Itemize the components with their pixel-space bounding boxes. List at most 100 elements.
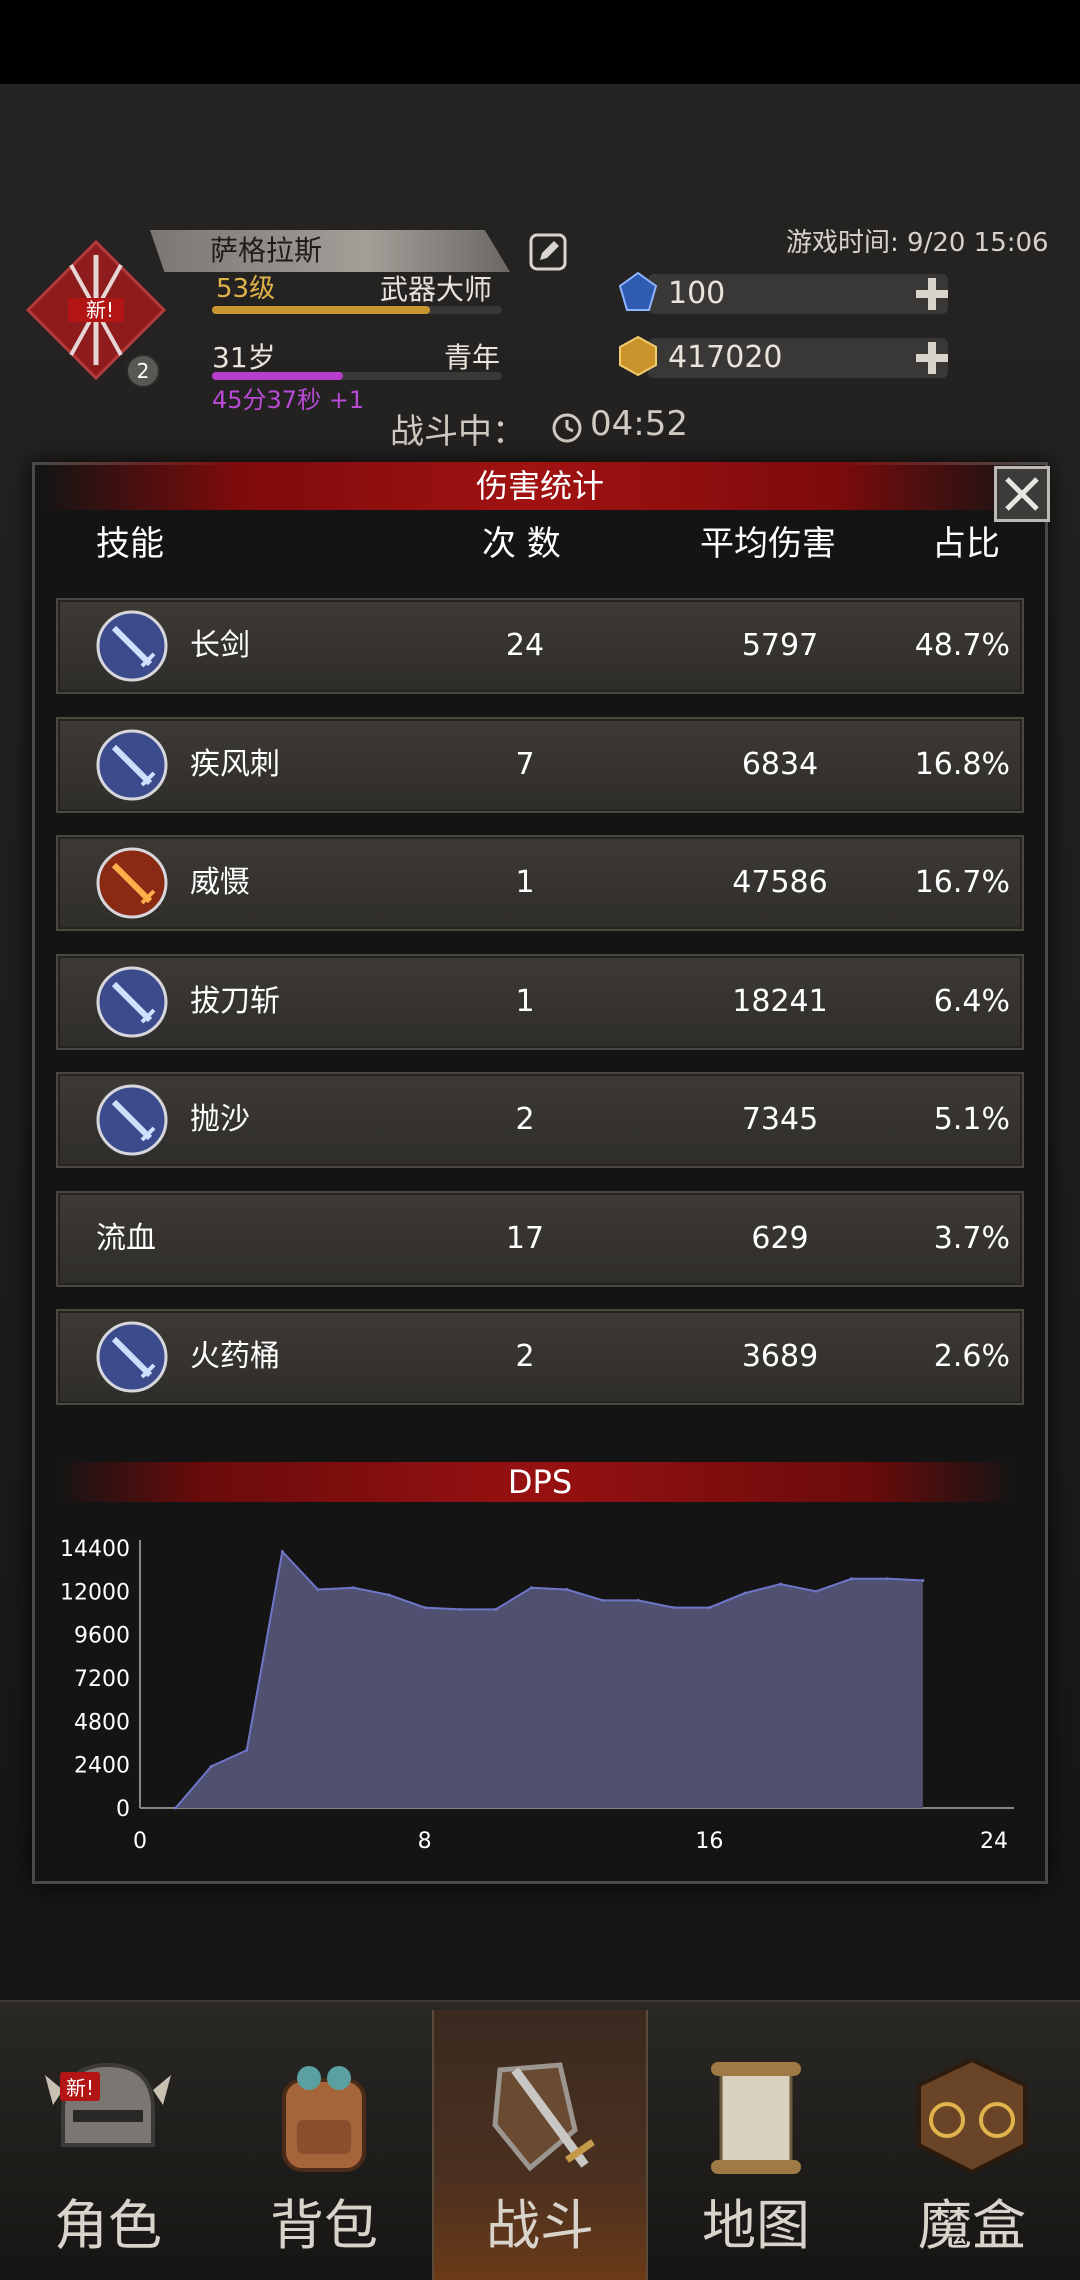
add-gems-icon[interactable]: [912, 274, 952, 314]
skill-name: 拔刀斩: [190, 983, 280, 1019]
close-button[interactable]: [994, 466, 1050, 522]
gold-icon: [619, 335, 657, 377]
x-tick-label: 16: [695, 1829, 723, 1854]
nav-character[interactable]: 新! 角色: [0, 2010, 216, 2280]
dps-point: [458, 1607, 462, 1611]
age-fill: [212, 372, 343, 380]
close-icon: [1005, 477, 1039, 511]
skill-name: 威慑: [190, 865, 250, 900]
character-name: 萨格拉斯: [210, 234, 323, 267]
dps-point: [850, 1577, 854, 1581]
sand-throw-icon: [96, 1084, 168, 1156]
age-bar: [212, 372, 502, 380]
avatar-badge: 2: [126, 354, 160, 388]
skill-name: 疾风刺: [190, 746, 280, 782]
dps-title: DPS: [507, 1463, 573, 1501]
game-time: 游戏时间: 9/20 15:06: [786, 228, 1049, 258]
y-tick-label: 2400: [74, 1754, 130, 1779]
sword-icon: [96, 610, 168, 682]
backpack-icon: [282, 2066, 366, 2172]
modal-title: 伤害统计: [475, 467, 604, 505]
skill-share: 5.1%: [933, 1102, 1010, 1137]
skill-name: 火药桶: [190, 1339, 280, 1374]
nav-magic-box[interactable]: 魔盒: [864, 2010, 1080, 2280]
skill-share: 3.7%: [933, 1220, 1010, 1256]
intimidate-icon: [96, 847, 168, 919]
col-count: 次 数: [482, 524, 561, 564]
status-bar: [0, 0, 1080, 84]
shield-sword-icon: [492, 2062, 595, 2172]
skill-avg-damage: 47586: [732, 865, 828, 900]
dps-point: [387, 1593, 391, 1597]
skill-count: 1: [515, 983, 535, 1019]
dps-chart: 0 2400 4800 7200 9600 12000 14400 0 8 16 24: [60, 1537, 1014, 1854]
nav-label: 背包: [270, 2194, 378, 2257]
skill-share: 2.6%: [933, 1339, 1010, 1374]
nav-label: 角色: [54, 2194, 162, 2257]
skill-share: 16.8%: [914, 746, 1010, 782]
skill-avg-damage: 5797: [741, 628, 819, 663]
dps-point: [814, 1589, 818, 1593]
dps-point: [245, 1748, 249, 1752]
nav-backpack[interactable]: 背包: [216, 2010, 432, 2280]
xp-bar: [212, 306, 502, 314]
gale-thrust-icon: [96, 729, 168, 800]
nav-battle[interactable]: 战斗: [432, 2010, 648, 2280]
dps-point: [707, 1606, 711, 1610]
dps-point: [352, 1586, 355, 1590]
dps-point: [672, 1606, 676, 1610]
skill-count: 7: [515, 746, 535, 782]
col-share: 占比: [932, 524, 1000, 564]
y-tick-label: 0: [116, 1797, 130, 1822]
skill-avg-damage: 6834: [741, 746, 819, 782]
battle-timer: 04:52: [590, 404, 688, 444]
character-level: 53级: [216, 274, 276, 304]
helmet-icon: [45, 2062, 171, 2147]
nav-label: 地图: [702, 2194, 810, 2257]
skill-count: 2: [515, 1102, 535, 1137]
y-tick-label: 9600: [74, 1624, 130, 1649]
nav-new-tag: 新!: [60, 2072, 101, 2101]
x-tick-label: 24: [980, 1829, 1008, 1854]
skill-name: 抛沙: [190, 1102, 250, 1137]
powder-keg-icon: [96, 1321, 168, 1393]
battle-status: 战斗中：: [390, 412, 526, 452]
x-tick-label: 8: [418, 1829, 432, 1854]
skill-count: 2: [515, 1339, 535, 1374]
skill-avg-damage: 629: [751, 1220, 809, 1256]
skill-share: 48.7%: [914, 628, 1010, 663]
character-age: 31岁: [212, 341, 276, 374]
dps-point: [779, 1582, 782, 1586]
dps-point: [316, 1588, 320, 1592]
add-gold-icon[interactable]: [912, 338, 952, 378]
gem-icon: [618, 271, 658, 311]
skill-name: 流血: [96, 1220, 156, 1256]
dps-point: [209, 1764, 213, 1768]
nav-map[interactable]: 地图: [648, 2010, 864, 2280]
dps-point: [636, 1598, 640, 1602]
skill-share: 6.4%: [933, 983, 1010, 1019]
col-skill: 技能: [96, 524, 164, 564]
skill-count: 24: [505, 628, 545, 663]
dps-point: [494, 1607, 498, 1611]
gold-count: 417020: [668, 340, 783, 375]
y-tick-label: 7200: [74, 1667, 130, 1692]
skill-avg-damage: 7345: [741, 1102, 819, 1137]
dps-point: [743, 1591, 747, 1595]
nav-label: 战斗: [486, 2194, 594, 2257]
new-tag: 新!: [85, 298, 115, 322]
age-timer: 45分37秒 +1: [212, 386, 365, 414]
draw-slash-icon: [96, 966, 168, 1037]
scroll-map-icon: [711, 2062, 801, 2174]
character-title: 武器大师: [380, 273, 493, 306]
y-tick-label: 4800: [74, 1710, 130, 1735]
dps-point: [174, 1806, 178, 1810]
col-avg-damage: 平均伤害: [700, 524, 836, 564]
skill-name: 长剑: [190, 628, 250, 663]
dps-point: [529, 1586, 533, 1590]
skill-count: 17: [505, 1220, 545, 1256]
magic-box-icon: [917, 2057, 1027, 2175]
edit-icon[interactable]: [528, 232, 568, 272]
dps-point: [565, 1588, 569, 1592]
x-tick-label: 0: [133, 1829, 147, 1854]
